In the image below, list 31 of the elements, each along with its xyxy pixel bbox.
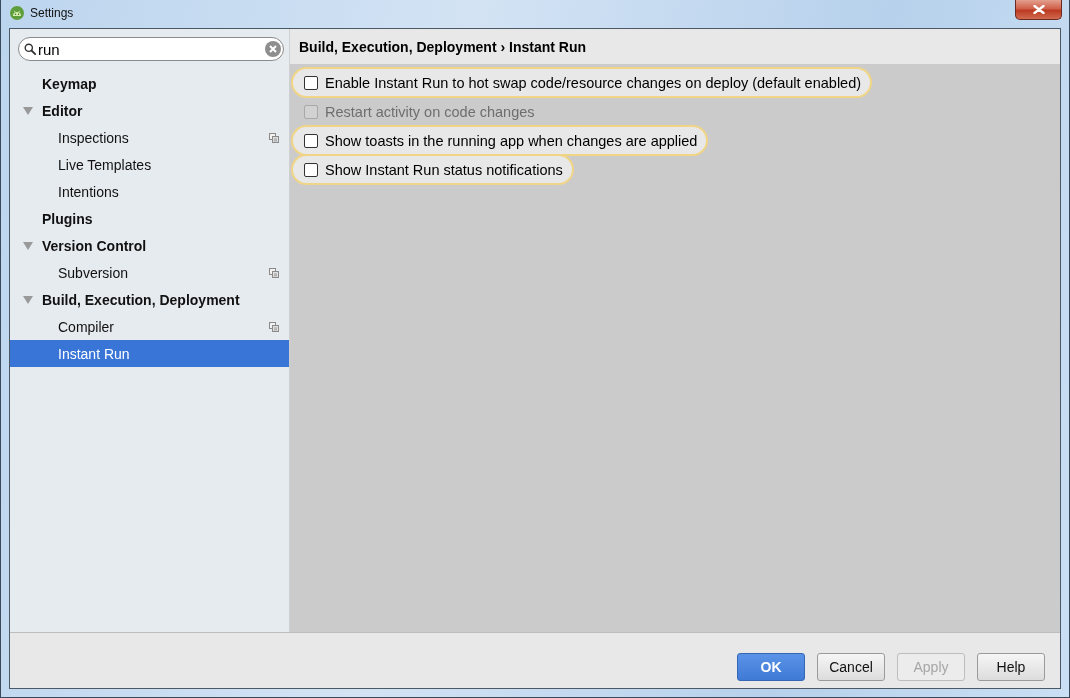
tree-item[interactable]: Intentions [10,178,289,205]
tree-item[interactable]: Plugins [10,205,289,232]
checkbox-option[interactable]: Show toasts in the running app when changes are applied [291,125,709,156]
dialog-button[interactable]: Help [977,653,1045,681]
checkbox-option[interactable]: Enable Instant Run to hot swap code/resource changes on deploy (default enabled) [291,67,873,98]
tree-item[interactable]: Inspections [10,124,289,151]
window-title: Settings [30,6,74,21]
expand-arrow-icon[interactable] [23,106,33,115]
close-button[interactable] [1015,0,1062,20]
tree-item[interactable]: Keymap [10,70,289,97]
expand-arrow-icon[interactable] [23,295,33,304]
tree-item[interactable]: Live Templates [10,151,289,178]
search-icon [24,43,36,55]
checkbox[interactable] [304,162,318,177]
expand-arrow-icon[interactable] [23,241,33,250]
close-icon [1032,5,1045,14]
search-field[interactable]: run [18,37,284,61]
tree-item[interactable]: Subversion [10,259,289,286]
tree-item[interactable]: Compiler [10,313,289,340]
tree-item[interactable]: Editor [10,97,289,124]
dialog-button[interactable]: OK [737,653,805,681]
checkbox[interactable] [304,133,318,148]
dialog-button[interactable]: Cancel [817,653,885,681]
checkbox[interactable] [304,75,318,90]
breadcrumb: Build, Execution, Deployment › Instant Run [299,38,586,55]
app-icon [10,6,24,20]
clear-icon[interactable] [265,41,281,57]
checkbox-option[interactable]: Show Instant Run status notifications [291,154,574,185]
tree-item[interactable]: Build, Execution, Deployment [10,286,289,313]
tree-item[interactable]: Instant Run [10,340,289,367]
tree-item[interactable]: Version Control [10,232,289,259]
